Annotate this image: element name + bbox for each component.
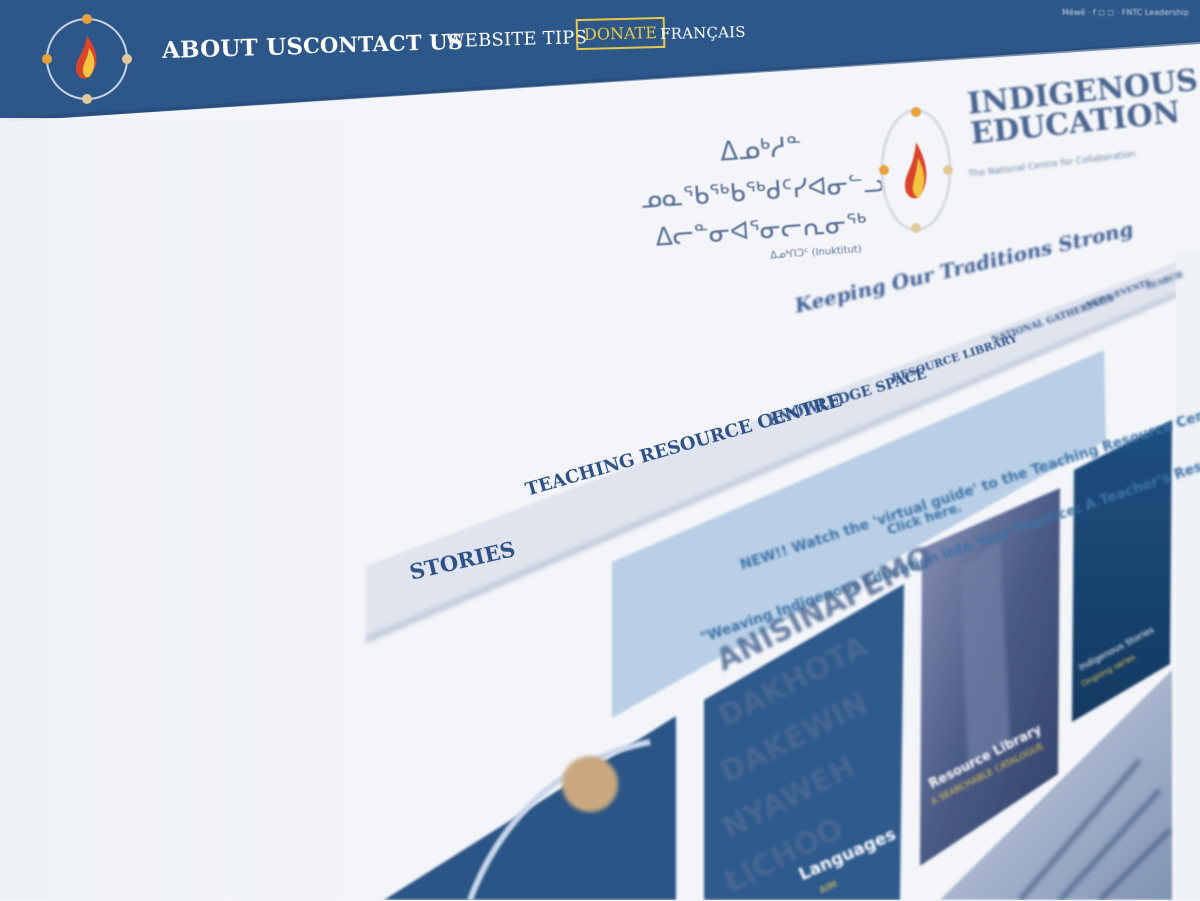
tile-circle-arc <box>467 739 651 900</box>
language-toggle-link[interactable]: FRANÇAIS <box>660 23 746 43</box>
tile-circle-art <box>384 716 676 900</box>
nav-website-tips-link[interactable]: WEBSITE TIPS <box>446 27 588 52</box>
left-blank-area <box>0 118 380 900</box>
donate-button[interactable]: DONATE <box>575 16 666 51</box>
building-stripes <box>1017 758 1173 900</box>
languages-tile-subtitle: AIM <box>817 878 840 897</box>
menu-search[interactable]: SEARCH <box>1144 269 1184 292</box>
inuktitut-line-1: ᐃᓄᒃᓱᓐ <box>719 132 803 168</box>
brand-subtitle: The National Centre for Collaboration <box>968 149 1137 180</box>
site-logo[interactable] <box>40 12 134 106</box>
brand-flame-icon <box>879 107 953 233</box>
inuktitut-line-2: ᓄᓇᖃᖅᑲᖅᑯᑦᓯᐊᓂᓪᓗ <box>639 168 886 214</box>
menu-stories[interactable]: STORIES <box>407 536 517 585</box>
indigenous-education-logo[interactable] <box>876 100 956 240</box>
inuktitut-caption: ᐃᓄᒃᑎᑐᑦ (Inuktitut) <box>769 244 863 262</box>
tile-library-column <box>960 540 1010 770</box>
tile-circle-head <box>562 756 618 812</box>
utility-links[interactable]: Mēwē · f ◻ ◻ · FNTC Leadership <box>1062 8 1189 17</box>
logo-flame-icon <box>42 14 132 104</box>
notice-line-2: "Weaving Indigenous Education into Your … <box>698 426 1200 647</box>
page-right-edge <box>1176 250 1200 900</box>
menu-news-events[interactable]: NEWS/EVENTS <box>1084 277 1152 310</box>
nav-about-us-link[interactable]: ABOUT US <box>162 33 304 64</box>
nav-contact-us-link[interactable]: CONTACT US <box>303 29 464 58</box>
